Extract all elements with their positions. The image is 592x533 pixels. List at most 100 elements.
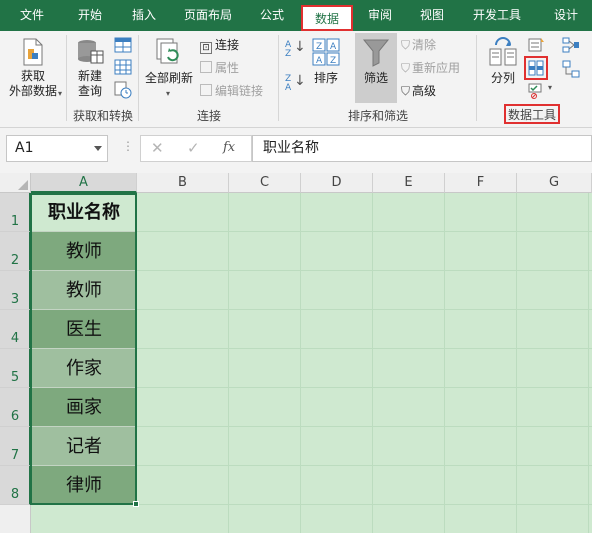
table-icon[interactable] xyxy=(114,37,132,53)
recent-sources-icon[interactable] xyxy=(114,81,132,99)
tab-formulas[interactable]: 公式 xyxy=(246,0,298,31)
reapply-icon: ⛉ xyxy=(401,61,411,75)
tab-data[interactable]: 数据 xyxy=(301,5,353,31)
grid-line xyxy=(300,193,301,533)
cell-a7[interactable]: 记者 xyxy=(31,427,137,466)
column-header-d[interactable]: D xyxy=(301,173,373,193)
name-box[interactable]: A1 xyxy=(6,135,108,162)
enter-icon[interactable]: ✓ xyxy=(187,139,200,157)
ribbon-data: 获取 外部数据 ▾ 新建 查询 获取和转换 全部刷新 ▾ ⊡ 连接 属性 编辑链… xyxy=(0,31,592,128)
tab-insert[interactable]: 插入 xyxy=(118,0,170,31)
grid-line xyxy=(372,193,373,533)
worksheet-grid[interactable]: A B C D E F G 1 2 3 4 5 6 7 8 职业名称 教师 教师… xyxy=(0,173,592,533)
data-validation-icon[interactable] xyxy=(528,83,546,99)
relationships-icon[interactable] xyxy=(562,60,580,78)
filter-funnel-icon xyxy=(362,39,390,67)
row-number: 4 xyxy=(10,331,20,346)
column-header-a[interactable]: A xyxy=(31,173,137,193)
tab-review[interactable]: 审阅 xyxy=(356,0,404,31)
get-external-line2: 外部数据 xyxy=(8,84,57,98)
svg-text:Z: Z xyxy=(330,56,336,66)
refresh-all-button[interactable]: 全部刷新 xyxy=(142,37,196,86)
edit-links-button[interactable]: 编辑链接 xyxy=(200,82,263,100)
flash-fill-icon[interactable] xyxy=(528,37,546,53)
chevron-down-icon: ▾ xyxy=(166,89,171,98)
column-header-c[interactable]: C xyxy=(229,173,301,193)
group-label-get-transform: 获取和转换 xyxy=(72,109,133,123)
grid-line xyxy=(588,193,589,533)
text-to-columns-label: 分列 xyxy=(490,71,515,85)
tab-home[interactable]: 开始 xyxy=(64,0,116,31)
sort-button[interactable]: Z A A Z 排序 xyxy=(308,37,344,86)
tab-design[interactable]: 设计 xyxy=(540,0,592,31)
row-header-1[interactable]: 1 xyxy=(0,193,31,232)
tab-view[interactable]: 视图 xyxy=(408,0,456,31)
insert-function-icon[interactable]: fx xyxy=(223,140,235,155)
group-label-data-tools: 数据工具 xyxy=(507,108,556,122)
clear-filter-button[interactable]: ⛉ 清除 xyxy=(401,36,436,54)
formula-input[interactable]: 职业名称 xyxy=(252,135,592,162)
chevron-down-icon: ▾ xyxy=(58,89,63,98)
row-header-3[interactable]: 3 xyxy=(0,271,31,310)
sort-dialog-icon: Z A A Z xyxy=(312,38,340,66)
cell-a3[interactable]: 教师 xyxy=(31,271,137,310)
reapply-label: 重新应用 xyxy=(412,61,461,75)
tab-file[interactable]: 文件 xyxy=(4,0,60,31)
filter-label: 筛选 xyxy=(363,71,388,85)
column-header-g[interactable]: G xyxy=(517,173,592,193)
new-query-button[interactable]: 新建 查询 xyxy=(70,37,110,99)
row-number: 3 xyxy=(10,292,20,307)
advanced-filter-button[interactable]: ⛉ 高级 xyxy=(401,82,436,100)
formula-bar: A1 ⋮ ✕ ✓ fx 职业名称 xyxy=(0,128,592,173)
row-header-9[interactable] xyxy=(0,505,31,533)
consolidate-icon[interactable] xyxy=(562,37,580,53)
column-header-f[interactable]: F xyxy=(445,173,517,193)
text-to-columns-button[interactable]: 分列 xyxy=(486,37,520,86)
row-number: 2 xyxy=(10,253,20,268)
cancel-icon[interactable]: ✕ xyxy=(151,139,164,157)
edit-links-label: 编辑链接 xyxy=(215,84,264,98)
cell-a1[interactable]: 职业名称 xyxy=(31,193,137,232)
cell-a4[interactable]: 医生 xyxy=(31,310,137,349)
new-query-line1: 新建 xyxy=(77,69,102,83)
reapply-button[interactable]: ⛉ 重新应用 xyxy=(401,59,460,77)
more-options-icon[interactable]: ⋮ xyxy=(122,139,134,153)
row-header-2[interactable]: 2 xyxy=(0,232,31,271)
database-icon xyxy=(78,40,104,64)
column-header-b[interactable]: B xyxy=(137,173,229,193)
cell-a8[interactable]: 律师 xyxy=(31,466,137,505)
edit-links-icon xyxy=(200,84,212,96)
ribbon-separator xyxy=(138,35,139,121)
grid-icon[interactable] xyxy=(114,59,132,75)
row-header-5[interactable]: 5 xyxy=(0,349,31,388)
row-header-6[interactable]: 6 xyxy=(0,388,31,427)
tab-page-layout[interactable]: 页面布局 xyxy=(176,0,240,31)
get-external-line1: 获取 xyxy=(20,69,45,83)
tab-developer[interactable]: 开发工具 xyxy=(462,0,532,31)
connections-button[interactable]: ⊡ 连接 xyxy=(200,36,239,54)
clear-filter-icon: ⛉ xyxy=(401,38,411,52)
remove-duplicates-icon[interactable] xyxy=(528,60,544,76)
grid-line xyxy=(444,193,445,533)
cell-a6[interactable]: 画家 xyxy=(31,388,137,427)
properties-label: 属性 xyxy=(215,61,240,75)
fill-handle[interactable] xyxy=(133,501,139,507)
grid-line xyxy=(228,193,229,533)
get-external-data-button[interactable]: 获取 外部数据 xyxy=(2,37,64,99)
ribbon-tab-bar: 文件 开始 插入 页面布局 公式 数据 审阅 视图 开发工具 设计 xyxy=(0,0,592,31)
row-header-4[interactable]: 4 xyxy=(0,310,31,349)
connections-label: 连接 xyxy=(215,38,240,52)
cell-a2[interactable]: 教师 xyxy=(31,232,137,271)
cell-a5[interactable]: 作家 xyxy=(31,349,137,388)
refresh-all-label: 全部刷新 xyxy=(144,71,193,85)
properties-button[interactable]: 属性 xyxy=(200,59,239,77)
chevron-down-icon[interactable] xyxy=(94,146,102,151)
select-all-button[interactable] xyxy=(0,173,31,193)
row-header-8[interactable]: 8 xyxy=(0,466,31,505)
group-label-connections: 连接 xyxy=(196,109,221,123)
arrow-down-icon: ↓ xyxy=(294,73,306,89)
svg-text:A: A xyxy=(316,56,323,66)
row-header-7[interactable]: 7 xyxy=(0,427,31,466)
column-header-e[interactable]: E xyxy=(373,173,445,193)
filter-button[interactable]: 筛选 xyxy=(355,33,397,103)
